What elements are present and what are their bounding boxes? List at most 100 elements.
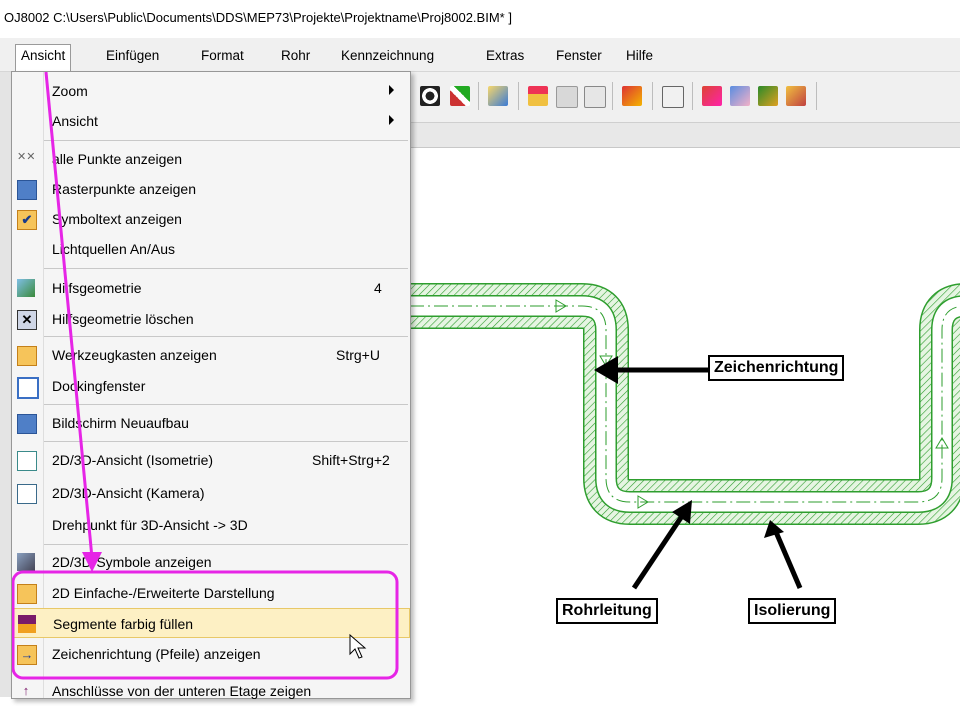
insulation-hatch xyxy=(410,284,960,524)
menu-item-label: Segmente farbig füllen xyxy=(53,616,194,632)
camera-view-icon xyxy=(17,484,37,504)
submenu-arrow-icon xyxy=(389,115,394,125)
menu-rohr[interactable]: Rohr xyxy=(276,45,315,67)
menu-item-lichtquellen[interactable]: Lichtquellen An/Aus xyxy=(12,234,410,264)
menu-item-zeichenrichtung[interactable]: → Zeichenrichtung (Pfeile) anzeigen xyxy=(12,639,410,669)
menu-item-ansicht[interactable]: Ansicht xyxy=(12,106,410,136)
menu-item-label: 2D/3D-Ansicht (Kamera) xyxy=(52,485,205,501)
menu-separator xyxy=(44,404,408,405)
label-isolierung: Isolierung xyxy=(748,598,837,624)
edit-icon[interactable] xyxy=(786,86,806,106)
delete-helper-geometry-icon: ✕ xyxy=(17,310,37,330)
toolbar xyxy=(410,72,960,123)
menu-item-rasterpunkte[interactable]: Rasterpunkte anzeigen xyxy=(12,174,410,204)
layer-icon[interactable] xyxy=(556,86,578,108)
menu-item-alle-punkte[interactable]: ✕✕ alle Punkte anzeigen xyxy=(12,144,410,174)
menu-item-label: Zoom xyxy=(52,83,88,99)
menu-item-label: 2D Einfache-/Erweiterte Darstellung xyxy=(52,585,275,601)
menu-item-label: Werkzeugkasten anzeigen xyxy=(52,347,217,363)
pipe-outline xyxy=(410,295,960,513)
pipe-centerline xyxy=(410,305,960,503)
menu-einfuegen[interactable]: Einfügen xyxy=(101,45,164,67)
menu-item-isometrie[interactable]: 2D/3D-Ansicht (Isometrie) Shift+Strg+2 xyxy=(12,445,410,475)
menu-item-label: Ansicht xyxy=(52,113,98,129)
menu-item-symboltext[interactable]: ✔ Symboltext anzeigen xyxy=(12,204,410,234)
document-icon[interactable] xyxy=(662,86,684,108)
menu-item-label: Drehpunkt für 3D-Ansicht -> 3D xyxy=(52,517,248,533)
menu-item-label: Rasterpunkte anzeigen xyxy=(52,181,196,197)
isometric-view-icon xyxy=(17,451,37,471)
label-zeichenrichtung: Zeichenrichtung xyxy=(708,355,845,381)
hide-icon[interactable] xyxy=(450,86,470,106)
grid-points-icon xyxy=(17,180,37,200)
menu-bar: Ansicht Einfügen Format Rohr Kennzeichnu… xyxy=(0,38,960,72)
menu-item-bildschirm-neuaufbau[interactable]: Bildschirm Neuaufbau xyxy=(12,408,410,438)
color-icon[interactable] xyxy=(622,86,642,106)
menu-item-label: Dockingfenster xyxy=(52,378,146,394)
menu-item-label: Bildschirm Neuaufbau xyxy=(52,415,189,431)
menu-format[interactable]: Format xyxy=(196,45,249,67)
menu-fenster[interactable]: Fenster xyxy=(551,45,607,67)
table-icon[interactable] xyxy=(730,86,750,106)
menu-separator xyxy=(44,140,408,141)
menu-item-anschluesse[interactable]: ↑ Anschlüsse von der unteren Etage zeige… xyxy=(12,676,410,706)
toolbar-separator xyxy=(652,82,653,110)
insulation-outline xyxy=(410,283,960,525)
menu-item-label: Hilfsgeometrie löschen xyxy=(52,311,194,327)
eye-icon[interactable] xyxy=(420,86,440,106)
points-icon: ✕✕ xyxy=(17,151,36,163)
menu-item-label: Zeichenrichtung (Pfeile) anzeigen xyxy=(52,646,261,662)
callout-line xyxy=(773,531,803,589)
menu-item-einfache-erweiterte[interactable]: 2D Einfache-/Erweiterte Darstellung xyxy=(12,578,410,608)
toolbar-separator xyxy=(518,82,519,110)
symbols-3d-icon xyxy=(17,553,35,571)
menu-item-segmente-farbig[interactable]: Segmente farbig füllen xyxy=(12,608,410,638)
window-title: OJ8002 C:\Users\Public\Documents\DDS\MEP… xyxy=(4,10,512,25)
fill-segments-icon xyxy=(18,615,36,633)
toolbar-separator xyxy=(692,82,693,110)
toolbar-separator xyxy=(816,82,817,110)
menu-item-label: 2D/3D-Symbole anzeigen xyxy=(52,554,212,570)
network-icon[interactable] xyxy=(702,86,722,106)
connections-icon: ↑ xyxy=(22,683,30,698)
simple-extended-icon xyxy=(17,584,37,604)
menu-item-kamera[interactable]: 2D/3D-Ansicht (Kamera) xyxy=(12,478,410,508)
helper-geometry-icon xyxy=(17,279,35,297)
window-icon[interactable] xyxy=(584,86,606,108)
screen-refresh-icon xyxy=(17,414,37,434)
label-rohrleitung: Rohrleitung xyxy=(556,598,658,624)
menu-hilfe[interactable]: Hilfe xyxy=(621,45,658,67)
menu-item-shortcut: Shift+Strg+2 xyxy=(312,452,390,468)
pipe-body xyxy=(410,296,960,512)
menu-item-shortcut: 4 xyxy=(374,280,382,296)
docking-window-icon xyxy=(17,377,39,399)
menu-item-hilfsgeometrie[interactable]: Hilfsgeometrie 4 xyxy=(12,273,410,303)
pipe-drawing xyxy=(410,283,960,590)
menu-separator xyxy=(44,441,408,442)
toolbar-separator xyxy=(478,82,479,110)
view-tab-strip xyxy=(410,123,960,148)
menu-item-label: 2D/3D-Ansicht (Isometrie) xyxy=(52,452,214,468)
measure-icon[interactable] xyxy=(488,86,508,106)
menu-item-label: Lichtquellen An/Aus xyxy=(52,241,175,257)
menu-extras[interactable]: Extras xyxy=(481,45,529,67)
toolbar-separator xyxy=(612,82,613,110)
menu-separator xyxy=(44,336,408,337)
arrow-direction-icon: → xyxy=(17,645,37,665)
home-icon[interactable] xyxy=(528,86,548,106)
menu-item-hilfsgeometrie-loeschen[interactable]: ✕ Hilfsgeometrie löschen xyxy=(12,304,410,334)
menu-item-zoom[interactable]: Zoom xyxy=(12,76,410,106)
title-bar: OJ8002 C:\Users\Public\Documents\DDS\MEP… xyxy=(0,0,960,39)
menu-item-drehpunkt[interactable]: Drehpunkt für 3D-Ansicht -> 3D xyxy=(12,510,410,540)
person-icon[interactable] xyxy=(758,86,778,106)
menu-kennzeichnung[interactable]: Kennzeichnung xyxy=(336,45,439,67)
menu-item-werkzeugkasten[interactable]: Werkzeugkasten anzeigen Strg+U xyxy=(12,340,410,370)
drawing-canvas[interactable]: Zeichenrichtung Rohrleitung Isolierung xyxy=(410,148,960,697)
ansicht-dropdown-menu: Zoom Ansicht ✕✕ alle Punkte anzeigen Ras… xyxy=(11,71,411,699)
menu-item-3d-symbole[interactable]: 2D/3D-Symbole anzeigen xyxy=(12,547,410,577)
menu-ansicht[interactable]: Ansicht xyxy=(15,44,72,72)
menu-item-dockingfenster[interactable]: Dockingfenster xyxy=(12,371,410,401)
menu-separator xyxy=(44,544,408,545)
menu-item-shortcut: Strg+U xyxy=(336,347,380,363)
checkmark-icon: ✔ xyxy=(17,210,37,230)
